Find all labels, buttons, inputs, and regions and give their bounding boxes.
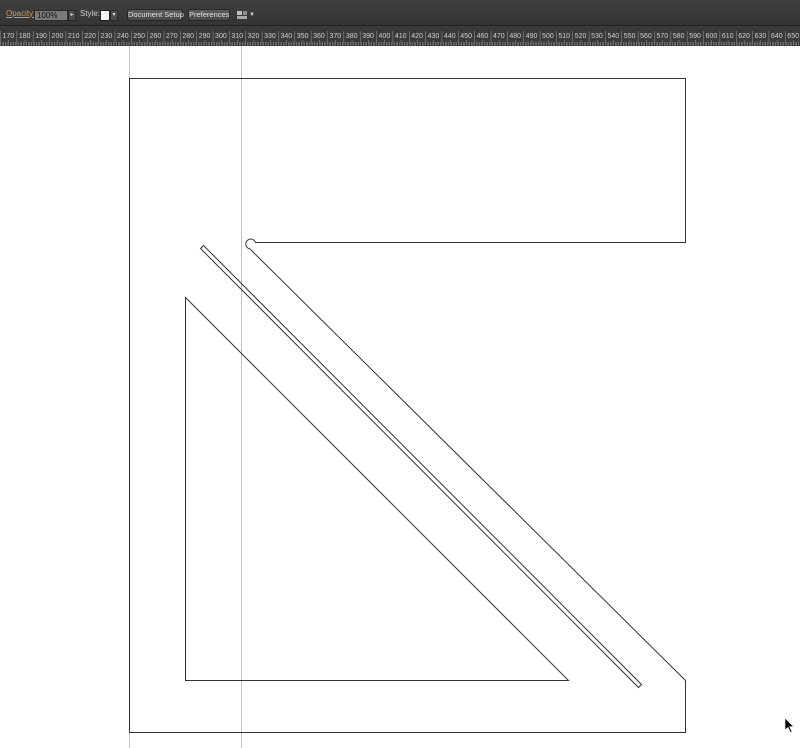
ruler-label: 210 [68,33,80,40]
ruler-label: 260 [150,33,162,40]
chevron-down-icon[interactable]: ▼ [249,9,256,21]
ruler-label: 250 [133,33,145,40]
document-setup-button[interactable]: Document Setup [127,9,184,21]
ruler-label: 350 [297,33,309,40]
ruler-label: 180 [19,33,31,40]
ruler-label: 460 [477,33,489,40]
ruler-label: 380 [346,33,358,40]
ruler-label: 430 [428,33,440,40]
ruler-label: 450 [460,33,472,40]
artwork [129,46,795,748]
horizontal-ruler[interactable]: 170 180 190 200 210 220 230 240 250 260 270 280 290 3… [0,26,800,46]
opacity-input[interactable]: 100% [34,10,68,21]
ruler-label: 360 [313,33,325,40]
style-label: Style: [80,8,101,18]
ruler-label: 420 [411,33,423,40]
arrange-documents-icon[interactable] [236,9,248,21]
illustrator-window: Opacity: 100% ▸ Style: ▾ Document Setup … [0,0,800,748]
ruler-label: 290 [199,33,211,40]
ruler-label: 320 [248,33,260,40]
ruler-label: 300 [215,33,227,40]
ruler-label: 530 [591,33,603,40]
ruler-label: 220 [84,33,96,40]
ruler-label: 630 [755,33,767,40]
ruler-label: 640 [771,33,783,40]
outer-frame-path[interactable] [129,78,686,733]
ruler-label: 540 [607,33,619,40]
ruler-label: 240 [117,33,129,40]
ruler-label: 570 [657,33,669,40]
ruler-label: 500 [542,33,554,40]
ruler-label: 230 [101,33,113,40]
artboard-canvas[interactable] [0,46,800,748]
ruler-label: 470 [493,33,505,40]
opacity-label[interactable]: Opacity: [6,0,35,26]
ruler-label: 370 [330,33,342,40]
ruler-label: 480 [509,33,521,40]
ruler-label: 400 [379,33,391,40]
arrow-pointer-icon [784,717,795,733]
ruler-label: 190 [35,33,47,40]
ruler-label: 330 [264,33,276,40]
ruler-label: 200 [52,33,64,40]
ruler-label: 580 [673,33,685,40]
control-bar: Opacity: 100% ▸ Style: ▾ Document Setup … [0,0,800,26]
ruler-label: 440 [444,33,456,40]
ruler-label: 590 [689,33,701,40]
ruler-label: 490 [526,33,538,40]
ruler-label: 600 [706,33,718,40]
diagonal-slot-path[interactable] [199,244,643,689]
preferences-button[interactable]: Preferences [188,9,230,21]
ruler-label: 340 [280,33,292,40]
ruler-label: 610 [722,33,734,40]
inner-triangle-path[interactable] [185,296,570,681]
ruler-label: 270 [166,33,178,40]
ruler-label: 410 [395,33,407,40]
ruler-scale: 170 180 190 200 210 220 230 240 250 260 270 280 290 3… [0,31,799,46]
style-swatch[interactable] [100,10,110,21]
opacity-dropdown-button[interactable]: ▸ [68,10,76,21]
ruler-label: 390 [362,33,374,40]
ruler-label: 310 [231,33,243,40]
ruler-label: 280 [182,33,194,40]
ruler-label: 510 [558,33,570,40]
ruler-label: 550 [624,33,636,40]
ruler-label: 650 [787,33,799,40]
ruler-label: 520 [575,33,587,40]
ruler-label: 560 [640,33,652,40]
ruler-label: 620 [738,33,750,40]
ruler-label: 170 [3,33,15,40]
style-dropdown-button[interactable]: ▾ [110,10,118,21]
